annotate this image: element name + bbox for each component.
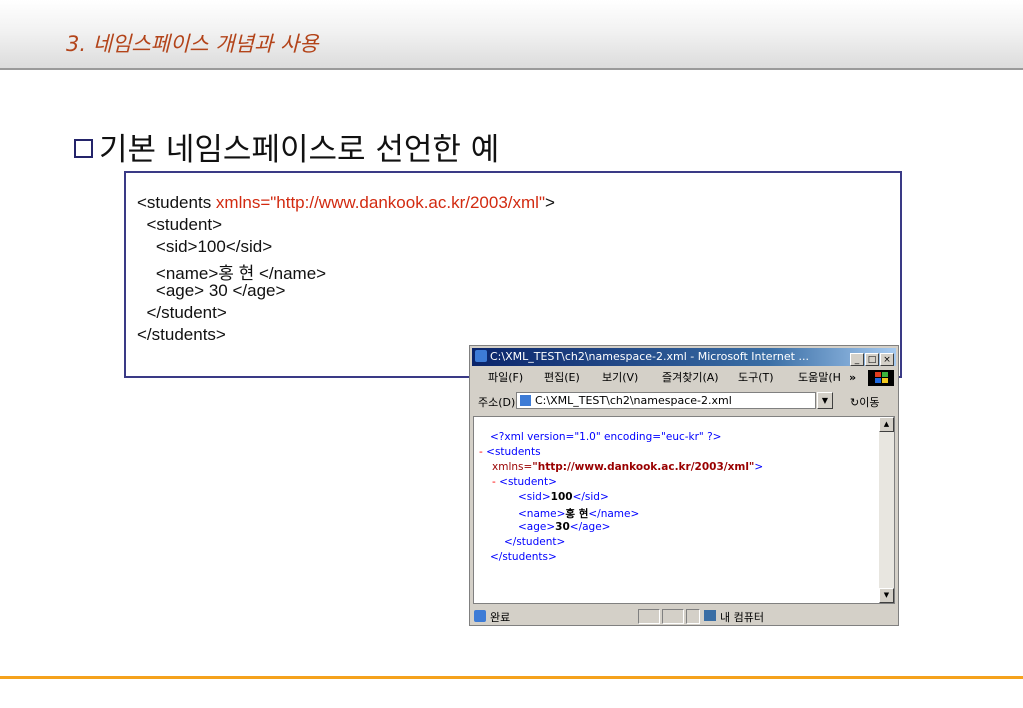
xml-declaration: <?xml version="1.0" encoding="euc-kr" ?> xyxy=(490,431,721,443)
xml-student-close: </student> xyxy=(504,536,565,548)
collapse-toggle[interactable]: - xyxy=(492,476,496,488)
go-button[interactable]: ↻이동 xyxy=(850,394,879,410)
vertical-scrollbar[interactable]: ▲ ▼ xyxy=(879,417,894,603)
close-button[interactable]: × xyxy=(880,353,894,366)
code-line-3: <sid>100</sid> xyxy=(137,237,273,256)
scroll-up-button[interactable]: ▲ xyxy=(879,417,894,432)
code-line-1: <students xmlns="http://www.dankook.ac.k… xyxy=(137,193,555,213)
menu-help[interactable]: 도움말(H xyxy=(798,368,841,388)
xml-name-line: <name>홍 현</name> xyxy=(518,506,639,521)
xml-student-close-tag: </student> xyxy=(504,536,566,548)
xml-xmlns-line: xmlns="http://www.dankook.ac.kr/2003/xml… xyxy=(492,461,763,473)
xml-sid-line: <sid>100</sid> xyxy=(518,491,609,503)
address-dropdown-button[interactable]: ▼ xyxy=(817,392,833,409)
minimize-button[interactable]: _ xyxy=(850,353,864,366)
windows-logo-icon xyxy=(868,370,894,386)
xml-students-close-tag: </students> xyxy=(490,551,557,563)
xml-age-open: <age> xyxy=(518,521,556,533)
xml-students-close: </students> xyxy=(490,551,557,563)
status-pane xyxy=(686,609,700,624)
xml-sid-close: </sid> xyxy=(572,491,609,503)
slide-heading: 기본 네임스페이스로 선언한 예 xyxy=(74,124,499,169)
collapse-toggle[interactable]: - xyxy=(479,446,483,458)
zone-text: 내 컴퓨터 xyxy=(720,611,764,624)
go-arrow-icon: ↻ xyxy=(850,396,860,409)
menu-favorites[interactable]: 즐겨찾기(A) xyxy=(662,368,719,388)
maximize-button[interactable]: □ xyxy=(865,353,879,366)
code-tag-close: > xyxy=(545,193,555,212)
xml-name-close: </name> xyxy=(588,508,640,520)
code-line-5: <age> 30 </age> xyxy=(137,281,286,300)
address-label: 주소(D) xyxy=(478,396,516,409)
go-label: 이동 xyxy=(859,396,880,409)
window-title: C:\XML_TEST\ch2\namespace-2.xml - Micros… xyxy=(490,350,809,363)
header-divider xyxy=(0,68,1023,70)
menu-overflow-chevron[interactable]: » xyxy=(849,368,856,388)
code-line-2: <student> xyxy=(137,215,223,234)
code-line-7: </students> xyxy=(137,325,226,344)
xml-xmlns-attr: xmlns= xyxy=(492,461,533,473)
xml-sid-open: <sid> xyxy=(518,491,551,503)
page-icon xyxy=(520,395,531,406)
menu-edit[interactable]: 편집(E) xyxy=(544,368,580,388)
section-title: 3. 네임스페이스 개념과 사용 xyxy=(66,32,319,56)
browser-window: C:\XML_TEST\ch2\namespace-2.xml - Micros… xyxy=(469,345,899,626)
status-pane xyxy=(638,609,660,624)
address-bar: 주소(D) C:\XML_TEST\ch2\namespace-2.xml ▼ … xyxy=(472,390,896,412)
scroll-down-button[interactable]: ▼ xyxy=(879,588,894,603)
done-page-icon xyxy=(474,610,486,622)
menu-view[interactable]: 보기(V) xyxy=(602,368,638,388)
xml-age-value: 30 xyxy=(555,521,570,533)
footer-divider xyxy=(0,676,1023,679)
document-view: <?xml version="1.0" encoding="euc-kr" ?>… xyxy=(473,416,895,604)
xml-student-open: - <student> xyxy=(492,476,557,488)
status-pane xyxy=(662,609,684,624)
address-value: C:\XML_TEST\ch2\namespace-2.xml xyxy=(535,394,732,407)
xml-students-tag: <students xyxy=(486,446,541,458)
slide-heading-text: 기본 네임스페이스로 선언한 예 xyxy=(99,132,500,168)
status-text: 완료 xyxy=(490,611,511,624)
xml-name-open: <name> xyxy=(518,508,566,520)
code-line-6: </student> xyxy=(137,303,227,322)
xml-student-tag: <student> xyxy=(499,476,557,488)
xml-pi-text: <?xml version="1.0" encoding="euc-kr" ?> xyxy=(490,431,722,443)
xml-tag-close: > xyxy=(754,461,764,473)
status-bar: 완료 내 컴퓨터 xyxy=(472,608,896,625)
xml-name-value: 홍 현 xyxy=(565,508,589,520)
xml-sid-value: 100 xyxy=(550,491,573,503)
square-bullet-icon xyxy=(74,139,93,158)
xml-age-close: </age> xyxy=(569,521,611,533)
code-tag-open: <students xyxy=(137,193,216,212)
my-computer-icon xyxy=(704,610,716,621)
xml-xmlns-value: "http://www.dankook.ac.kr/2003/xml" xyxy=(532,461,755,473)
address-input[interactable]: C:\XML_TEST\ch2\namespace-2.xml xyxy=(516,392,816,409)
code-xmlns-attr: xmlns="http://www.dankook.ac.kr/2003/xml… xyxy=(215,193,545,212)
menu-tools[interactable]: 도구(T) xyxy=(738,368,774,388)
xml-students-open: - <students xyxy=(479,446,541,458)
xml-age-line: <age>30</age> xyxy=(518,521,610,533)
menu-file[interactable]: 파일(F) xyxy=(488,368,523,388)
menu-bar: 파일(F) 편집(E) 보기(V) 즐겨찾기(A) 도구(T) 도움말(H » xyxy=(472,368,896,388)
ie-icon xyxy=(475,350,487,362)
window-controls: _ □ × xyxy=(849,350,894,366)
browser-titlebar[interactable]: C:\XML_TEST\ch2\namespace-2.xml - Micros… xyxy=(472,348,896,366)
